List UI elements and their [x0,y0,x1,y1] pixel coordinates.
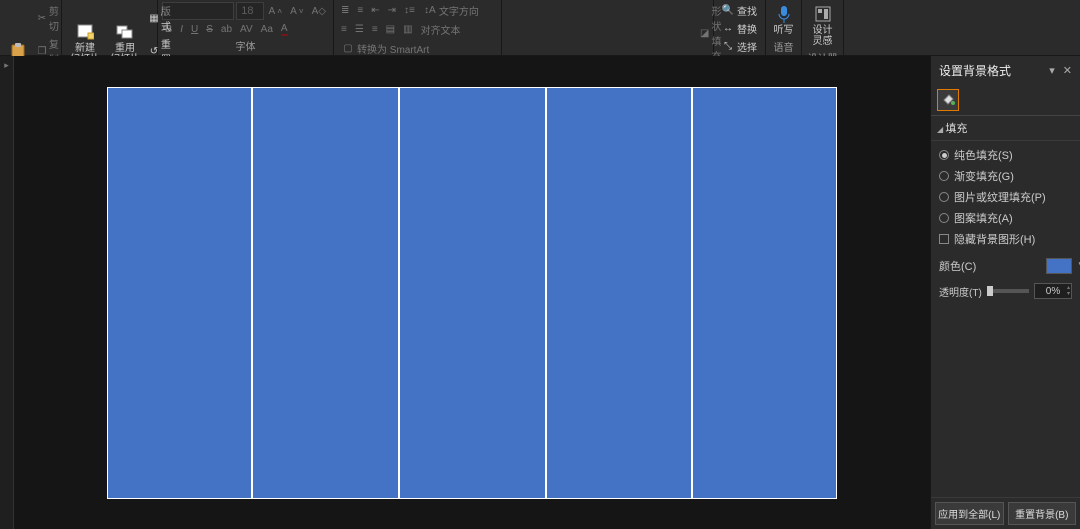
transparency-spinner[interactable]: 0% [1034,283,1072,299]
align-right-button[interactable]: ≡ [369,23,381,36]
smartart-icon: ▢ [341,42,355,56]
reuse-slide-icon [115,22,135,42]
table-column[interactable] [693,88,836,498]
slider-thumb[interactable] [987,286,993,296]
fill-tab[interactable] [937,89,959,111]
bold-button[interactable]: B [162,23,175,36]
font-color-button[interactable]: A [278,22,291,37]
chevron-right-icon: ▸ [4,60,9,71]
group-clipboard: 粘贴 ✂剪切 ❐复制 ✎格式刷 剪贴板 [0,0,62,55]
table-column[interactable] [253,88,400,498]
font-size-combo[interactable]: 18 [236,2,263,20]
table-column[interactable] [108,88,253,498]
group-font: 18 A˄ A˅ A◇ B I U S ab AV Aa A 字体 [158,0,334,55]
pane-footer: 应用到全部(L) 重置背景(B) [931,497,1080,529]
reset-bg-button[interactable]: 重置背景(B) [1008,502,1077,525]
fill-section-header[interactable]: 填充 [931,116,1080,141]
gradient-fill-radio[interactable]: 渐变填充(G) [939,168,1072,184]
mic-icon [774,4,794,24]
bullets-button[interactable]: ≣ [338,4,352,17]
indent-inc-button[interactable]: ⇥ [385,4,399,17]
color-picker-button[interactable] [1046,258,1072,274]
strike-button[interactable]: S [203,23,216,36]
radio-icon [939,192,949,202]
new-slide-icon [75,22,95,42]
radio-icon [939,213,949,223]
group-label-voice: 语音 [770,38,797,56]
apply-all-button[interactable]: 应用到全部(L) [935,502,1004,525]
group-voice: 听写 语音 [766,0,802,55]
slide[interactable] [107,87,837,499]
transparency-label: 透明度(T) [939,284,982,299]
group-drawing: ＼ ▭ ▢ ⇨ ⇩ ○ △ ↘ ↳ ☆ { } ◇ ⬡ ⇦ ⇧ ✚ ☁ ( ) [502,0,714,55]
pattern-fill-radio[interactable]: 图案填充(A) [939,210,1072,226]
radio-icon [939,150,949,160]
pane-dropdown-icon[interactable]: ▾ [1049,64,1055,77]
design-ideas-button[interactable]: 设计 灵感 [809,2,837,49]
spacing-button[interactable]: AV [237,23,256,36]
shadow-button[interactable]: ab [218,23,235,36]
dictate-button[interactable]: 听写 [770,2,798,38]
ribbon: 粘贴 ✂剪切 ❐复制 ✎格式刷 剪贴板 新建 幻灯片 重用 幻灯片 ▦版式 ↺重… [0,0,1080,56]
transparency-slider[interactable] [987,289,1029,293]
align-center-button[interactable]: ☰ [352,23,367,36]
align-left-button[interactable]: ≡ [338,23,350,36]
radio-icon [939,171,949,181]
clear-format-button[interactable]: A◇ [309,5,329,18]
group-label-font: 字体 [162,37,329,55]
pane-close-icon[interactable]: ✕ [1063,64,1072,77]
pane-body: 纯色填充(S) 渐变填充(G) 图片或纹理填充(P) 图案填充(A) 隐藏背景图… [931,141,1080,497]
font-color-icon: A [281,23,288,36]
line-spacing-button[interactable]: ↕≡ [401,4,418,17]
color-label: 颜色(C) [939,258,976,274]
italic-button[interactable]: I [177,23,186,36]
pane-header: 设置背景格式 ▾ ✕ [931,56,1080,85]
pane-title: 设置背景格式 [939,62,1011,79]
justify-button[interactable]: ▤ [383,23,398,36]
picture-fill-radio[interactable]: 图片或纹理填充(P) [939,189,1072,205]
indent-dec-button[interactable]: ⇤ [368,4,382,17]
change-case-button[interactable]: Aa [258,23,276,36]
text-direction-icon: ↕A [423,4,437,18]
scissors-icon: ✂ [37,11,47,25]
pane-tabs [931,85,1080,116]
align-text-button[interactable]: 对齐文本 [418,21,464,38]
slide-canvas[interactable] [14,56,930,529]
decrease-font-button[interactable]: A˅ [287,5,307,18]
checkbox-icon [939,234,949,244]
text-direction-button[interactable]: ↕A文字方向 [420,2,482,19]
group-paragraph: ≣ ≡ ⇤ ⇥ ↕≡ ↕A文字方向 ≡ ☰ ≡ ▤ ▥ 对齐文本 ▢转换为 Sm… [334,0,502,55]
paint-bucket-icon [941,93,955,107]
bucket-icon: ◪ [700,26,709,40]
numbering-button[interactable]: ≡ [354,4,366,17]
design-icon [813,4,833,24]
smartart-button[interactable]: ▢转换为 SmartArt [338,40,432,57]
hide-bg-checkbox[interactable]: 隐藏背景图形(H) [939,231,1072,247]
main-area: ▸ 设置背景格式 ▾ ✕ 填充 纯色填充(S) 渐变填充(G) 图 [0,56,1080,529]
table-column[interactable] [547,88,693,498]
table-column[interactable] [400,88,547,498]
solid-fill-radio[interactable]: 纯色填充(S) [939,147,1072,163]
columns-button[interactable]: ▥ [400,23,415,36]
group-designer: 设计 灵感 设计器 [802,0,844,55]
group-slides: 新建 幻灯片 重用 幻灯片 ▦版式 ↺重置 ▤节 幻灯片 [62,0,158,55]
font-name-combo[interactable] [162,2,234,20]
increase-font-button[interactable]: A˄ [266,5,286,18]
cut-button[interactable]: ✂剪切 [34,2,66,34]
underline-button[interactable]: U [188,23,201,36]
format-background-pane: 设置背景格式 ▾ ✕ 填充 纯色填充(S) 渐变填充(G) 图片或纹理填充(P)… [930,56,1080,529]
